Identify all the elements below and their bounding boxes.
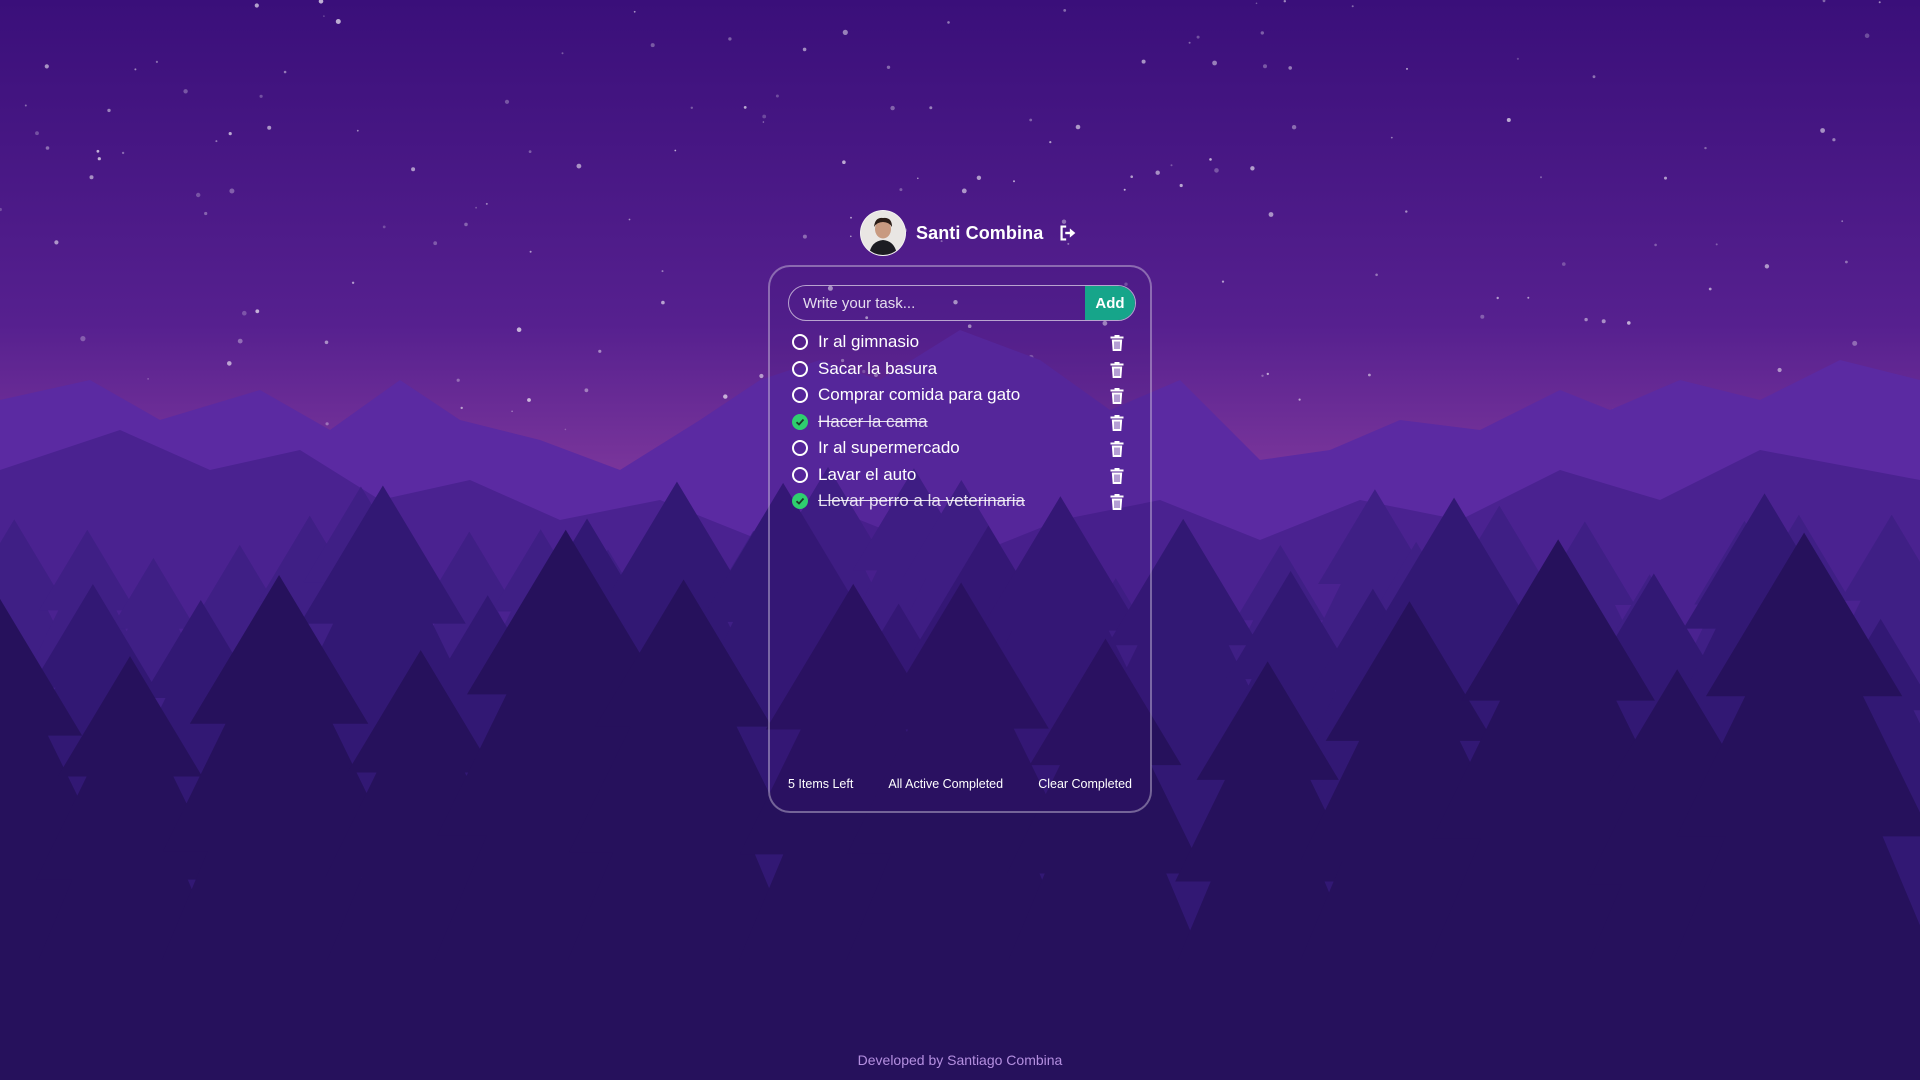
filter-completed[interactable]: Completed [943, 777, 1003, 791]
clear-completed-button[interactable]: Clear Completed [1038, 777, 1132, 791]
task-item: Ir al supermercado [792, 435, 1132, 462]
logout-icon[interactable] [1057, 222, 1079, 244]
footer-bar: 5 Items Left All Active Completed Clear … [788, 777, 1132, 791]
check-done-icon[interactable] [792, 493, 808, 510]
task-item: Comprar comida para gato [792, 382, 1132, 409]
task-input-row: Add [788, 285, 1136, 321]
filter-group: All Active Completed [888, 777, 1003, 791]
avatar-image [861, 211, 905, 255]
task-input[interactable] [789, 286, 1085, 320]
task-text: Sacar la basura [818, 358, 938, 378]
task-text: Lavar el auto [818, 464, 917, 484]
task-text: Llevar perro a la veterinaria [818, 491, 1025, 511]
check-circle-icon[interactable] [792, 387, 808, 404]
task-item: Lavar el auto [792, 462, 1132, 489]
trash-icon[interactable] [1110, 494, 1124, 510]
task-list: Ir al gimnasio Sacar la basura Comprar com… [792, 329, 1132, 515]
filter-active[interactable]: Active [905, 777, 939, 791]
trash-icon[interactable] [1110, 467, 1124, 484]
user-bar: Santi Combina [860, 210, 1079, 256]
trash-icon[interactable] [1110, 414, 1124, 431]
task-text: Ir al gimnasio [818, 332, 920, 352]
checkmark-icon [795, 498, 805, 506]
task-text: Hacer la cama [818, 411, 928, 431]
check-done-icon[interactable] [792, 413, 808, 430]
user-name: Santi Combina [916, 222, 1044, 243]
task-item: Hacer la cama [792, 409, 1132, 436]
checkmark-icon [795, 418, 805, 426]
check-circle-icon[interactable] [792, 334, 808, 351]
avatar [860, 210, 906, 256]
add-button[interactable]: Add [1085, 286, 1135, 320]
todo-card: Add Ir al gimnasio Sacar la basura Comprar… [768, 265, 1152, 813]
task-item: Sacar la basura [792, 356, 1132, 383]
check-circle-icon[interactable] [792, 440, 808, 457]
check-circle-icon[interactable] [792, 466, 808, 483]
task-text: Ir al supermercado [818, 438, 960, 458]
trash-icon[interactable] [1110, 361, 1124, 378]
trash-icon[interactable] [1110, 388, 1124, 404]
task-item: Llevar perro a la veterinaria [792, 488, 1132, 515]
trash-icon[interactable] [1110, 335, 1124, 351]
trash-icon[interactable] [1110, 441, 1124, 457]
filter-all[interactable]: All [888, 777, 902, 791]
task-text: Comprar comida para gato [818, 385, 1021, 405]
check-circle-icon[interactable] [792, 360, 808, 377]
items-left-count: 5 Items Left [788, 777, 854, 791]
task-item: Ir al gimnasio [792, 329, 1132, 356]
developer-credit: Developed by Santiago Combina [857, 1052, 1063, 1068]
